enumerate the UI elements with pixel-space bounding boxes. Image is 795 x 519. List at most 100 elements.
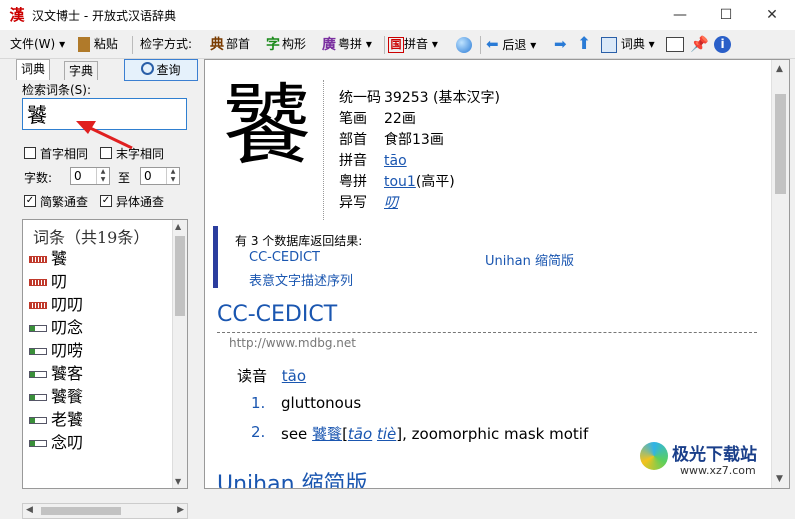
sense-text: gluttonous (281, 394, 362, 412)
lookup-method-label: 检字方式: (140, 37, 193, 51)
cantonese-button[interactable]: 廣粤拼 ▾ (320, 34, 372, 54)
list-header: 词条（共19条） (33, 228, 150, 247)
reading-label: 读音 (237, 367, 268, 385)
property-key: 笔画 (339, 111, 367, 127)
list-item[interactable]: 叨 (29, 271, 67, 293)
entry-list[interactable]: 词条（共19条） 饕叨叨叨 叨念 叨唠 饕客 饕餮 老饕 念叨 ▲ ▼ (22, 219, 188, 489)
section-title-cedict: CC-CEDICT (217, 302, 338, 327)
list-item[interactable]: 饕客 (29, 363, 83, 385)
link-ids[interactable]: 表意文字描述序列 (249, 270, 353, 289)
property-value: 食部13画 (384, 132, 444, 148)
list-item-label: 念叨 (51, 433, 84, 452)
toolbar-separator (480, 36, 481, 54)
property-link[interactable]: tou1 (384, 174, 416, 190)
property-row: 拼音 tāo (339, 151, 407, 171)
last-char-checkbox[interactable] (100, 147, 112, 159)
minimize-button[interactable]: — (657, 0, 703, 30)
stepper-arrows-icon[interactable]: ▲ ▼ (166, 168, 179, 184)
info-icon: i (714, 36, 731, 53)
sense-word-link[interactable]: 饕餮 (312, 425, 342, 443)
list-item[interactable]: 叨念 (29, 317, 83, 339)
content-scroll-thumb[interactable] (775, 94, 786, 194)
shape-button[interactable]: 字构形 (264, 34, 306, 54)
scroll-up-icon[interactable]: ▲ (175, 222, 181, 231)
list-horizontal-scrollbar[interactable]: ◀ ▶ (22, 503, 188, 519)
tab-dictionary[interactable]: 词典 (16, 59, 51, 80)
pinyin-button[interactable]: 国拼音 ▾ (388, 34, 438, 54)
last-char-label: 末字相同 (116, 147, 165, 161)
link-unihan[interactable]: Unihan 缩简版 (485, 250, 574, 269)
pinyin-icon: 国 (388, 36, 404, 53)
panel-toggle-button[interactable] (666, 34, 684, 54)
radical-button[interactable]: 典部首 (208, 34, 250, 54)
list-item[interactable]: 饕 (29, 248, 67, 270)
link-cc-cedict[interactable]: CC-CEDICT (249, 250, 320, 265)
list-item[interactable]: 叨唠 (29, 340, 83, 362)
chevron-down-icon: ▾ (365, 37, 372, 51)
list-item[interactable]: 饕餮 (29, 386, 83, 408)
window-icon (666, 37, 684, 52)
count-from-stepper[interactable]: 0 ▲ ▼ (70, 167, 110, 185)
to-label: 至 (118, 171, 131, 185)
count-to-stepper[interactable]: 0 ▲ ▼ (140, 167, 180, 185)
list-item-label: 叨叨 (51, 295, 84, 314)
back-button[interactable]: ⬅ 后退 ▾ (486, 34, 536, 54)
sense-number: 1. (251, 394, 266, 412)
scroll-up-icon[interactable]: ▲ (776, 64, 783, 74)
property-link[interactable]: tāo (384, 153, 407, 169)
property-link[interactable]: 叨 (384, 195, 398, 211)
divider (323, 80, 324, 220)
watermark: 极光下载站 www.xz7.com (640, 440, 790, 486)
first-char-checkbox[interactable] (24, 147, 36, 159)
list-item[interactable]: 叨叨 (29, 294, 83, 316)
close-button[interactable]: ✕ (749, 0, 795, 30)
notice-title: 有 3 个数据库返回结果: (235, 234, 363, 248)
query-button[interactable]: 查询 (124, 59, 198, 81)
variant-label: 异体通查 (116, 195, 165, 209)
list-item-label: 叨唠 (51, 341, 84, 360)
variant-checkbox[interactable]: ✓ (100, 195, 112, 207)
up-button[interactable]: ⬆ (577, 34, 591, 54)
source-url[interactable]: http://www.mdbg.net (229, 336, 356, 350)
toolbar-separator (132, 36, 133, 54)
shape-icon: 字 (266, 36, 280, 53)
list-scrollbar[interactable]: ▲ ▼ (172, 220, 187, 488)
tab-character[interactable]: 字典 (64, 61, 99, 80)
checkmark-icon: ✓ (25, 195, 35, 206)
first-char-label: 首字相同 (40, 147, 89, 161)
content-scrollbar[interactable]: ▲ ▼ (771, 60, 789, 488)
headword-character: 饕 (223, 74, 312, 177)
watermark-text: 极光下载站 (672, 445, 757, 465)
info-button[interactable]: i (714, 34, 731, 54)
globe-button[interactable] (456, 34, 472, 54)
list-item[interactable]: 念叨 (29, 432, 83, 454)
section-title-unihan: Unihan 缩简版 (217, 472, 368, 489)
scroll-down-icon[interactable]: ▼ (175, 477, 181, 486)
pin-button[interactable]: 📌 (690, 34, 709, 54)
reading-link[interactable]: tāo (282, 367, 306, 385)
pinyin-link[interactable]: tiè (377, 425, 396, 443)
stepper-arrows-icon[interactable]: ▲ ▼ (96, 168, 109, 184)
property-key: 粤拼 (339, 174, 367, 190)
paste-button[interactable]: 粘贴 (78, 34, 118, 54)
search-icon (141, 62, 155, 75)
pinyin-link[interactable]: tāo (348, 425, 372, 443)
list-item[interactable]: 老饕 (29, 409, 83, 431)
list-item-label: 饕餮 (51, 387, 84, 406)
simplified-traditional-checkbox[interactable]: ✓ (24, 195, 36, 207)
chevron-down-icon: ▾ (530, 38, 537, 52)
globe-icon (456, 36, 472, 53)
chevron-down-icon: ▾ (431, 37, 438, 51)
arrow-left-icon: ⬅ (486, 35, 499, 53)
scroll-left-icon[interactable]: ◀ (26, 505, 33, 515)
search-input[interactable]: 饕 (22, 98, 187, 130)
scroll-right-icon[interactable]: ▶ (177, 505, 184, 515)
dictionary-button[interactable]: 词典 ▾ (601, 34, 655, 54)
toolbar-separator (384, 36, 385, 54)
forward-button[interactable]: ➡ (554, 34, 567, 54)
list-scroll-thumb[interactable] (175, 236, 185, 316)
horizontal-scroll-thumb[interactable] (41, 507, 121, 515)
maximize-button[interactable]: ☐ (703, 0, 749, 30)
property-value: (高平) (415, 174, 455, 190)
file-menu[interactable]: 文件(W) ▾ (10, 34, 65, 54)
